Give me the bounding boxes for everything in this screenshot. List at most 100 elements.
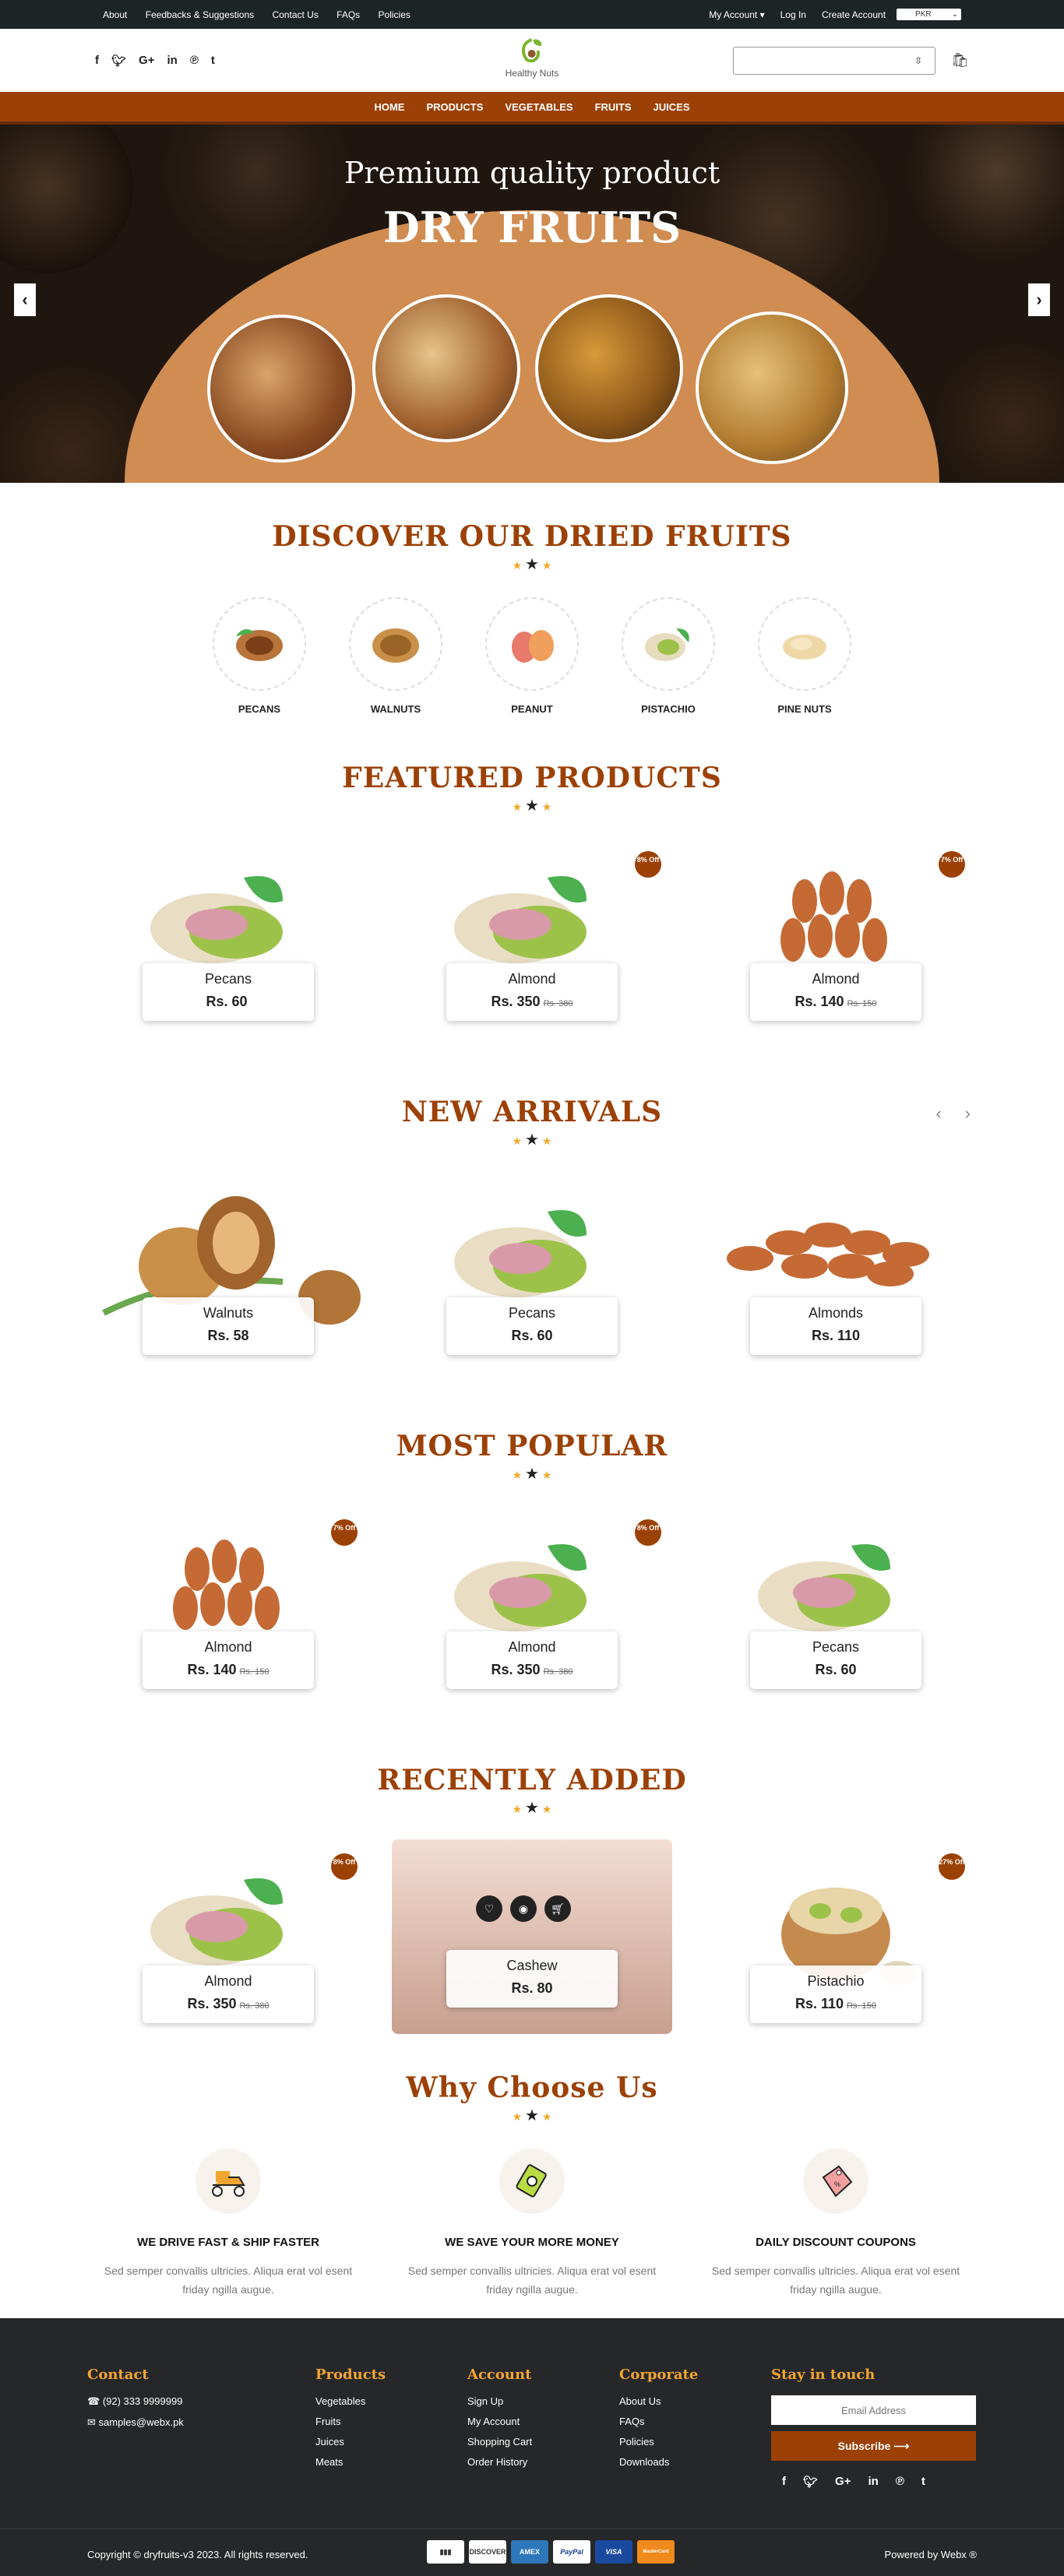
payment-logo-mastercard: MasterCard bbox=[637, 2540, 675, 2564]
footer-link[interactable]: Sign Up bbox=[467, 2395, 532, 2407]
coupon-tag-icon: % bbox=[803, 2148, 868, 2214]
pistachio-image bbox=[150, 1878, 283, 1965]
login-link[interactable]: Log In bbox=[780, 9, 806, 20]
create-account-link[interactable]: Create Account bbox=[822, 9, 886, 20]
category-pine-nuts[interactable]: PINE NUTS bbox=[758, 597, 851, 715]
product-card[interactable]: 8% Off Almond Rs. 350 Rs. 380 bbox=[88, 1849, 368, 2067]
hero-image-nut-mix bbox=[535, 294, 683, 442]
my-account-dropdown[interactable]: My Account ▾ bbox=[693, 9, 764, 20]
social-links: f 🐦︎ G+ in ℗ t bbox=[95, 54, 215, 68]
hero-slider: Premium quality product DRY FRUITS ‹ › bbox=[0, 125, 1064, 483]
product-card-hover[interactable]: ♡ ◉ 🛒︎ Cashew Rs. 80 bbox=[392, 1839, 672, 2034]
category-pistachio[interactable]: PISTACHIO bbox=[622, 597, 715, 715]
product-card[interactable]: Almonds Rs. 110 bbox=[696, 1181, 976, 1399]
popular-title: MOST POPULAR bbox=[396, 1430, 668, 1462]
product-card[interactable]: Pecans Rs. 60 bbox=[88, 846, 368, 1065]
topbar-link-feedback[interactable]: Feedbacks & Suggestions bbox=[146, 9, 254, 20]
search-spinner-icon: ⇳ bbox=[914, 55, 923, 66]
currency-select[interactable]: PKR ⌄ bbox=[897, 9, 961, 20]
why-title: Why Choose Us bbox=[406, 2071, 658, 2104]
footer-email[interactable]: ✉︎ samples@webx.pk bbox=[87, 2416, 184, 2429]
category-peanut[interactable]: PEANUT bbox=[485, 597, 579, 715]
pistachio-image bbox=[454, 1544, 587, 1631]
subscribe-button[interactable]: Subscribe ⟶ bbox=[771, 2431, 976, 2461]
linkedin-icon[interactable]: in bbox=[868, 2475, 878, 2489]
quick-view-icon[interactable]: ◉ bbox=[510, 1895, 537, 1922]
category-walnuts[interactable]: WALNUTS bbox=[349, 597, 442, 715]
header: f 🐦︎ G+ in ℗ t Healthy Nuts ⇳ 🛍︎ bbox=[0, 29, 1064, 92]
hero-next-button[interactable]: › bbox=[1028, 283, 1050, 316]
footer-link[interactable]: Order History bbox=[467, 2456, 532, 2468]
payment-logo-paypal: PayPal bbox=[553, 2540, 590, 2564]
facebook-icon[interactable]: f bbox=[782, 2475, 786, 2489]
topbar-link-about[interactable]: About bbox=[103, 9, 127, 20]
recent-section: RECENTLY ADDED ★ ★ ★ 8% Off Almond Rs. 35… bbox=[0, 1733, 1064, 2067]
tumblr-icon[interactable]: t bbox=[921, 2475, 925, 2489]
category-pecans[interactable]: PECANS bbox=[213, 597, 306, 715]
footer-link[interactable]: Vegetables bbox=[315, 2395, 386, 2407]
hero-image-mixed-nuts bbox=[372, 294, 520, 442]
facebook-icon[interactable]: f bbox=[95, 54, 99, 68]
discount-badge: 8% Off bbox=[635, 851, 661, 878]
product-card[interactable]: Walnuts Rs. 58 bbox=[88, 1181, 368, 1399]
topbar-link-policies[interactable]: Policies bbox=[379, 9, 410, 20]
newsletter-email-input[interactable] bbox=[771, 2395, 976, 2425]
nav-home[interactable]: HOME bbox=[374, 101, 404, 113]
twitter-icon[interactable]: 🐦︎ bbox=[803, 2475, 818, 2489]
product-card[interactable]: Pecans Rs. 60 bbox=[696, 1515, 976, 1733]
carousel-prev-icon[interactable]: ‹ bbox=[935, 1103, 941, 1124]
topbar-link-contact[interactable]: Contact Us bbox=[272, 9, 318, 20]
hero-prev-button[interactable]: ‹ bbox=[14, 283, 36, 316]
main-nav: HOME PRODUCTS VEGETABLES FRUITS JUICES bbox=[0, 92, 1064, 125]
payment-logo-amex: AMEX bbox=[511, 2540, 548, 2564]
product-card[interactable]: 7% Off Almond Rs. 140 Rs. 150 bbox=[88, 1515, 368, 1733]
footer-link[interactable]: Juices bbox=[315, 2436, 386, 2448]
product-card[interactable]: 8% Off Almond Rs. 350 Rs. 380 bbox=[392, 846, 672, 1065]
search-input[interactable]: ⇳ bbox=[733, 46, 936, 75]
product-card[interactable]: 7% Off Almond Rs. 140 Rs. 150 bbox=[696, 846, 976, 1065]
featured-section: FEATURED PRODUCTS ★ ★ ★ Pecans Rs. 60 8% … bbox=[0, 715, 1064, 1065]
why-card: WE DRIVE FAST & SHIP FASTER Sed semper c… bbox=[92, 2148, 365, 2299]
footer-link[interactable]: Shopping Cart bbox=[467, 2436, 532, 2448]
footer-link[interactable]: Meats bbox=[315, 2456, 386, 2468]
product-card[interactable]: 27% Off Pistachio Rs. 110 Rs. 150 bbox=[696, 1849, 976, 2067]
pinterest-icon[interactable]: ℗ bbox=[190, 54, 199, 68]
linkedin-icon[interactable]: in bbox=[167, 54, 177, 68]
logo[interactable]: Healthy Nuts bbox=[506, 37, 558, 79]
mail-icon: ✉︎ bbox=[87, 2416, 99, 2428]
carousel-next-icon[interactable]: › bbox=[965, 1103, 971, 1124]
hero-image-walnuts bbox=[696, 311, 848, 464]
nav-juices[interactable]: JUICES bbox=[654, 101, 690, 113]
why-card: WE SAVE YOUR MORE MONEY Sed semper conva… bbox=[396, 2148, 668, 2299]
google-plus-icon[interactable]: G+ bbox=[139, 54, 154, 68]
nav-fruits[interactable]: FRUITS bbox=[595, 101, 632, 113]
nav-vegetables[interactable]: VEGETABLES bbox=[505, 101, 573, 113]
tumblr-icon[interactable]: t bbox=[211, 54, 215, 68]
footer-link[interactable]: Downloads bbox=[619, 2456, 698, 2468]
footer-link[interactable]: FAQs bbox=[619, 2416, 698, 2427]
nav-products[interactable]: PRODUCTS bbox=[426, 101, 483, 113]
discount-badge: 8% Off bbox=[331, 1853, 358, 1880]
product-card[interactable]: Pecans Rs. 60 bbox=[392, 1181, 672, 1399]
add-to-cart-icon[interactable]: 🛒︎ bbox=[544, 1895, 571, 1922]
topbar-link-faqs[interactable]: FAQs bbox=[336, 9, 360, 20]
product-card[interactable]: 8% Off Almond Rs. 350 Rs. 380 bbox=[392, 1515, 672, 1733]
footer-phone[interactable]: ☎︎ (92) 333 9999999 bbox=[87, 2395, 184, 2408]
cart-icon[interactable]: 🛍︎ bbox=[951, 52, 969, 69]
discount-badge: 7% Off bbox=[331, 1519, 358, 1546]
footer-link[interactable]: About Us bbox=[619, 2395, 698, 2407]
pistachio-image bbox=[454, 876, 587, 963]
discount-badge: 8% Off bbox=[635, 1519, 661, 1546]
pinterest-icon[interactable]: ℗ bbox=[896, 2475, 904, 2489]
copyright: Copyright © dryfruits-v3 2023. All right… bbox=[87, 2549, 308, 2560]
wishlist-icon[interactable]: ♡ bbox=[476, 1895, 502, 1922]
google-plus-icon[interactable]: G+ bbox=[835, 2475, 851, 2489]
footer-link[interactable]: Policies bbox=[619, 2436, 698, 2448]
new-arrivals-title: NEW ARRIVALS bbox=[401, 1096, 663, 1128]
twitter-icon[interactable]: 🐦︎ bbox=[111, 54, 126, 68]
footer-link[interactable]: My Account bbox=[467, 2416, 532, 2427]
footer-link[interactable]: Fruits bbox=[315, 2416, 386, 2427]
scooter-delivery-icon bbox=[196, 2148, 261, 2214]
chevron-left-icon: ‹ bbox=[22, 290, 28, 309]
money-icon bbox=[499, 2148, 565, 2214]
